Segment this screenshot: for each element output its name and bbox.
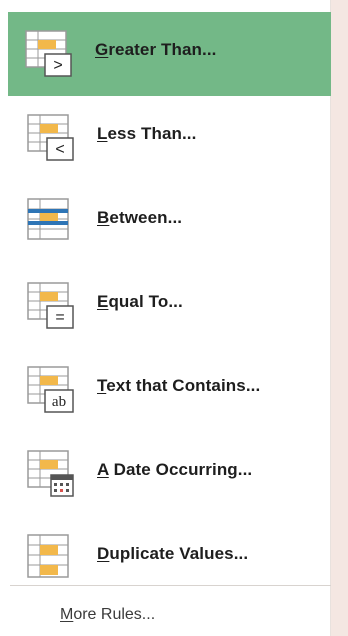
greater-than-glyph: > <box>53 57 62 74</box>
menu-item-duplicate-values[interactable]: Duplicate Values... <box>10 516 330 600</box>
equal-to-icon: = <box>25 280 77 332</box>
menu-item-text-contains[interactable]: ab Text that Contains... <box>10 348 330 432</box>
less-than-label: Less Than... <box>97 124 197 143</box>
menu-item-greater-than[interactable]: > Greater Than... <box>8 12 331 96</box>
greater-than-icon: > <box>23 28 75 80</box>
equal-to-label: Equal To... <box>97 292 183 311</box>
between-label: Between... <box>97 208 183 227</box>
more-rules-item[interactable]: More Rules... <box>60 606 155 624</box>
ab-glyph: ab <box>52 394 66 410</box>
conditional-formatting-menu: > Greater Than... < Less Than... Between… <box>0 0 331 636</box>
less-than-icon: < <box>25 112 77 164</box>
menu-item-equal-to[interactable]: = Equal To... <box>10 264 330 348</box>
right-edge-band <box>331 0 348 636</box>
duplicate-values-icon <box>25 532 77 584</box>
date-occurring-label: A Date Occurring... <box>97 460 253 479</box>
less-than-glyph: < <box>55 141 64 158</box>
equal-glyph: = <box>55 309 64 326</box>
menu-item-date-occurring[interactable]: A Date Occurring... <box>10 432 330 516</box>
between-icon <box>25 196 77 248</box>
menu-item-less-than[interactable]: < Less Than... <box>10 96 330 180</box>
text-contains-icon: ab <box>25 364 77 416</box>
date-occurring-icon <box>25 448 77 500</box>
menu-item-between[interactable]: Between... <box>10 180 330 264</box>
duplicate-values-label: Duplicate Values... <box>97 544 249 563</box>
greater-than-label: Greater Than... <box>95 40 217 59</box>
text-contains-label: Text that Contains... <box>97 376 261 395</box>
screen: > Greater Than... < Less Than... Between… <box>0 0 348 636</box>
menu-divider <box>10 585 331 586</box>
